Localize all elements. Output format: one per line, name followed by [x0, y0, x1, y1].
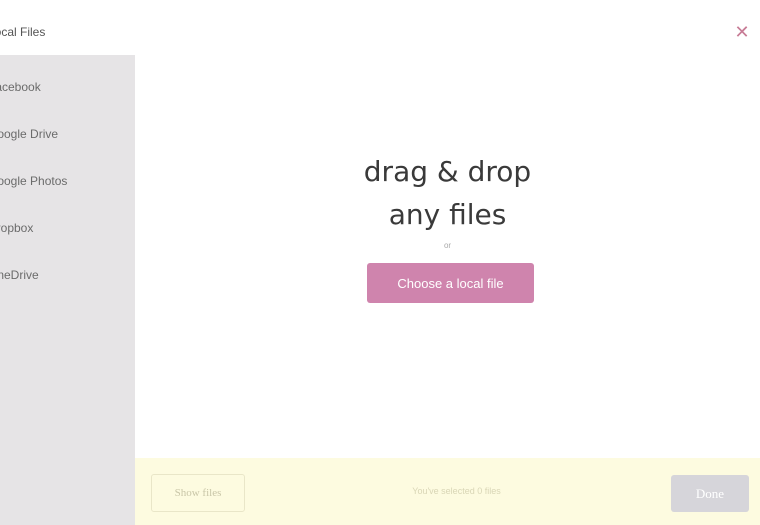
sidebar-item-local-files[interactable]: Local Files: [0, 17, 45, 47]
sidebar-item-label: Google Drive: [0, 127, 59, 141]
sidebar-item-google-photos[interactable]: Google Photos: [0, 166, 67, 196]
sidebar-item-onedrive[interactable]: OneDrive: [0, 260, 39, 290]
footer-bar: Show files You've selected 0 files Done: [135, 458, 760, 525]
sidebar-item-dropbox[interactable]: Dropbox: [0, 213, 33, 243]
sidebar-item-label: Local Files: [0, 25, 46, 39]
drop-zone[interactable]: drag & drop any files or Choose a local …: [135, 55, 760, 458]
sidebar-item-label: Dropbox: [0, 221, 34, 235]
done-button[interactable]: Done: [671, 475, 749, 512]
drop-title-line2: any files: [388, 198, 507, 231]
sidebar-item-label: Facebook: [0, 80, 41, 94]
sidebar-item-google-drive[interactable]: Google Drive: [0, 119, 58, 149]
sidebar-item-label: OneDrive: [0, 268, 39, 282]
close-icon: ✕: [734, 21, 750, 42]
close-button[interactable]: ✕: [730, 20, 754, 44]
or-separator: or: [443, 241, 452, 250]
choose-local-file-button[interactable]: Choose a local file: [367, 263, 534, 303]
selected-files-count: You've selected 0 files: [412, 486, 501, 496]
drop-title-line1: drag & drop: [363, 155, 532, 188]
sidebar: Facebook Google Drive Google Photos Drop…: [0, 55, 135, 525]
sidebar-header: Local Files: [0, 0, 135, 55]
show-files-button[interactable]: Show files: [151, 474, 245, 512]
sidebar-item-facebook[interactable]: Facebook: [0, 72, 41, 102]
sidebar-item-label: Google Photos: [0, 174, 68, 188]
